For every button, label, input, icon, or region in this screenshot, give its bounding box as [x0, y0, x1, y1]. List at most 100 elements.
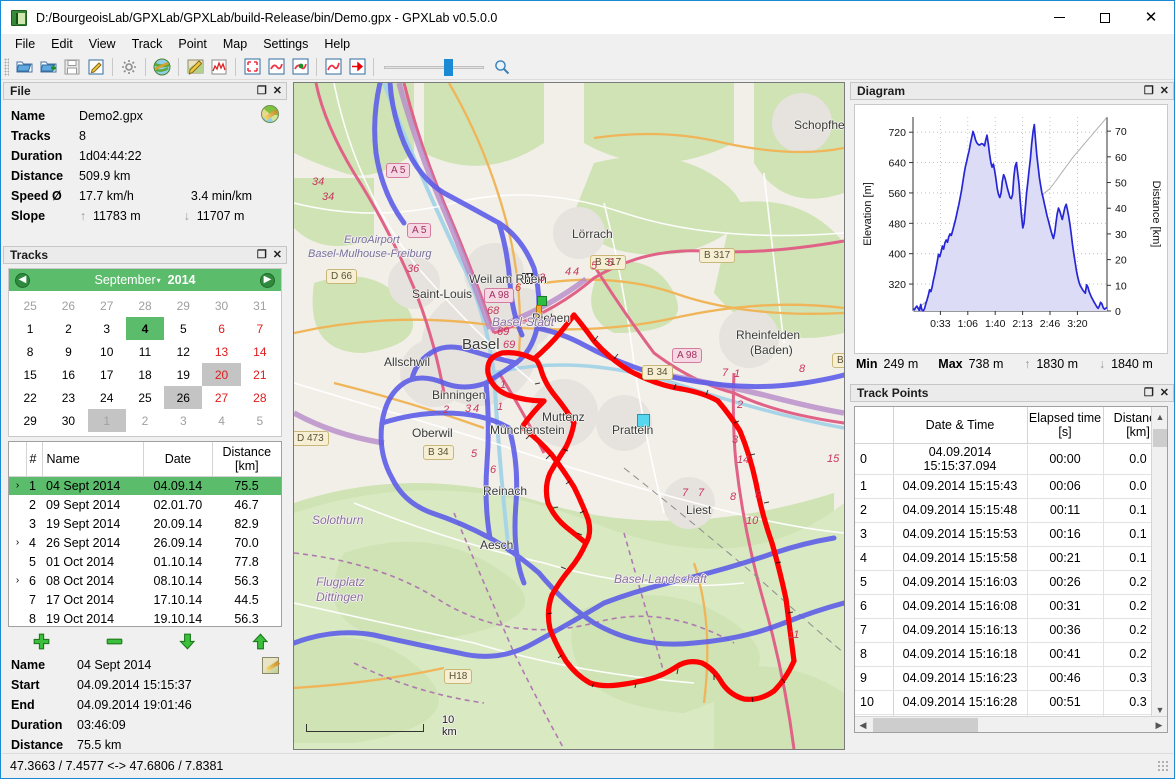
calendar-day-2[interactable]: 2	[49, 317, 87, 340]
menu-view[interactable]: View	[81, 35, 124, 53]
tp-col-datetime[interactable]: Date & Time	[893, 407, 1028, 444]
calendar-day-16[interactable]: 16	[49, 363, 87, 386]
calendar-day-23[interactable]: 23	[49, 386, 87, 409]
calendar-day-24[interactable]: 24	[88, 386, 126, 409]
calendar-day-1[interactable]: 1	[87, 409, 126, 432]
calendar-day-18[interactable]: 18	[126, 363, 164, 386]
edit-map-icon[interactable]	[262, 657, 279, 674]
tracks-col-date[interactable]: Date	[143, 442, 213, 477]
calendar-day-28[interactable]: 28	[241, 386, 279, 409]
menu-map[interactable]: Map	[215, 35, 255, 53]
calendar-day-19[interactable]: 19	[164, 363, 202, 386]
move-track-down-button[interactable]	[179, 633, 196, 650]
calendar-day-30[interactable]: 30	[49, 409, 87, 432]
calendar-day-22[interactable]: 22	[11, 386, 49, 409]
vertical-scroll-thumb[interactable]	[1153, 429, 1167, 447]
remove-track-button[interactable]	[106, 633, 123, 650]
calendar-day-26[interactable]: 26	[164, 386, 203, 409]
float-icon[interactable]: ❐	[1144, 387, 1154, 399]
calendar-day-11[interactable]: 11	[126, 340, 164, 363]
calendar-day-17[interactable]: 17	[88, 363, 126, 386]
calendar-day-27[interactable]: 27	[202, 386, 240, 409]
fit-all-icon[interactable]	[241, 56, 263, 78]
diagram-icon[interactable]	[208, 56, 230, 78]
track-points-horizontal-scrollbar[interactable]: ◀ ▶	[855, 716, 1167, 732]
calendar-day-3[interactable]: 3	[88, 317, 126, 340]
menu-settings[interactable]: Settings	[255, 35, 316, 53]
calendar-day-21[interactable]: 21	[241, 363, 279, 386]
tracks-col-expand[interactable]	[9, 442, 27, 477]
calendar-month-label[interactable]: September	[95, 273, 156, 287]
curve-icon[interactable]	[322, 56, 344, 78]
save-file-icon[interactable]	[61, 56, 83, 78]
table-row[interactable]: 3 04.09.2014 15:15:53 00:16 0.1	[855, 522, 1167, 547]
edit-track-icon[interactable]	[184, 56, 206, 78]
calendar-day-12[interactable]: 12	[164, 340, 202, 363]
elevation-chart[interactable]: 320 400 480 560 640 720 0:33 1:06 1:40 2:13 2:46 3:…	[854, 104, 1168, 354]
menu-track[interactable]: Track	[124, 35, 171, 53]
maximize-button[interactable]	[1082, 1, 1128, 34]
calendar-day-10[interactable]: 10	[88, 340, 126, 363]
tracks-col-name[interactable]: Name	[42, 442, 145, 477]
calendar-day-5[interactable]: 5	[241, 409, 279, 432]
calendar-day-20[interactable]: 20	[202, 363, 241, 386]
table-row[interactable]: 4 04.09.2014 15:15:58 00:21 0.1	[855, 546, 1167, 571]
table-row[interactable]: 7 04.09.2014 15:16:13 00:36 0.2	[855, 618, 1167, 643]
globe-map-icon[interactable]	[261, 105, 279, 123]
fit-track-icon[interactable]	[265, 56, 287, 78]
calendar-day-31[interactable]: 31	[241, 294, 279, 317]
table-row[interactable]: › 1 04 Sept 2014 04.09.14 75.5	[9, 476, 281, 495]
table-row[interactable]: 5 01 Oct 2014 01.10.14 77.8	[9, 552, 281, 571]
calendar-day-3[interactable]: 3	[164, 409, 202, 432]
calendar-day-29[interactable]: 29	[164, 294, 202, 317]
calendar-day-14[interactable]: 14	[241, 340, 279, 363]
menu-edit[interactable]: Edit	[43, 35, 81, 53]
tracks-col-distance[interactable]: Distance [km]	[212, 442, 281, 477]
zoom-slider[interactable]	[384, 58, 484, 76]
calendar-day-7[interactable]: 7	[241, 317, 279, 340]
calendar-day-6[interactable]: 6	[202, 317, 240, 340]
table-row[interactable]: 2 04.09.2014 15:15:48 00:11 0.1	[855, 498, 1167, 523]
float-icon[interactable]: ❐	[1144, 85, 1154, 97]
table-row[interactable]: 10 04.09.2014 15:16:28 00:51 0.3	[855, 690, 1167, 715]
calendar-day-4[interactable]: 4	[125, 317, 165, 340]
close-icon[interactable]: ✕	[273, 85, 282, 97]
calendar-day-5[interactable]: 5	[164, 317, 202, 340]
table-row[interactable]: 7 17 Oct 2014 17.10.14 44.5	[9, 590, 281, 609]
table-row[interactable]: › 6 08 Oct 2014 08.10.14 56.3	[9, 571, 281, 590]
zoom-slider-handle[interactable]	[444, 58, 453, 76]
calendar-day-8[interactable]: 8	[11, 340, 49, 363]
map-view[interactable]: Schopfhe Lörrach Weil am Rhein Riehen Saint-…	[293, 82, 845, 750]
calendar-day-30[interactable]: 30	[202, 294, 240, 317]
table-row[interactable]: 1 04.09.2014 15:15:43 00:06 0.0	[855, 474, 1167, 499]
calendar-day-2[interactable]: 2	[126, 409, 164, 432]
fit-point-icon[interactable]	[289, 56, 311, 78]
table-row[interactable]: 3 19 Sept 2014 20.09.14 82.9	[9, 514, 281, 533]
table-row[interactable]: 8 04.09.2014 15:16:18 00:41 0.2	[855, 642, 1167, 667]
minimize-button[interactable]	[1036, 1, 1082, 34]
tracks-col-number[interactable]: #	[26, 442, 43, 477]
edit-file-icon[interactable]	[85, 56, 107, 78]
calendar-year-label[interactable]: 2014	[168, 273, 196, 287]
table-row[interactable]: 9 04.09.2014 15:16:23 00:46 0.3	[855, 666, 1167, 691]
track-points-table-container[interactable]: Date & Time Elapsed time [s] Distance [k…	[854, 406, 1168, 733]
table-row[interactable]: 5 04.09.2014 15:16:03 00:26 0.2	[855, 570, 1167, 595]
table-row[interactable]: 8 19 Oct 2014 19.10.14 56.3	[9, 609, 281, 626]
close-icon[interactable]: ✕	[1160, 387, 1169, 399]
tp-col-index[interactable]	[855, 407, 894, 444]
calendar-day-25[interactable]: 25	[126, 386, 164, 409]
selected-point-marker[interactable]	[637, 414, 650, 427]
calendar-day-25[interactable]: 25	[11, 294, 49, 317]
chevron-down-icon[interactable]: ▾	[157, 276, 161, 285]
calendar-day-27[interactable]: 27	[88, 294, 126, 317]
waypoint-marker[interactable]	[536, 305, 542, 318]
move-track-up-button[interactable]	[252, 632, 269, 650]
start-flag-marker[interactable]	[522, 273, 533, 284]
scroll-up-icon[interactable]: ▲	[1152, 409, 1167, 425]
close-icon[interactable]: ✕	[273, 249, 282, 261]
add-track-button[interactable]	[33, 633, 50, 650]
float-icon[interactable]: ❐	[257, 85, 267, 97]
table-row[interactable]: 6 04.09.2014 15:16:08 00:31 0.2	[855, 594, 1167, 619]
calendar-day-1[interactable]: 1	[11, 317, 49, 340]
settings-gear-icon[interactable]	[118, 56, 140, 78]
